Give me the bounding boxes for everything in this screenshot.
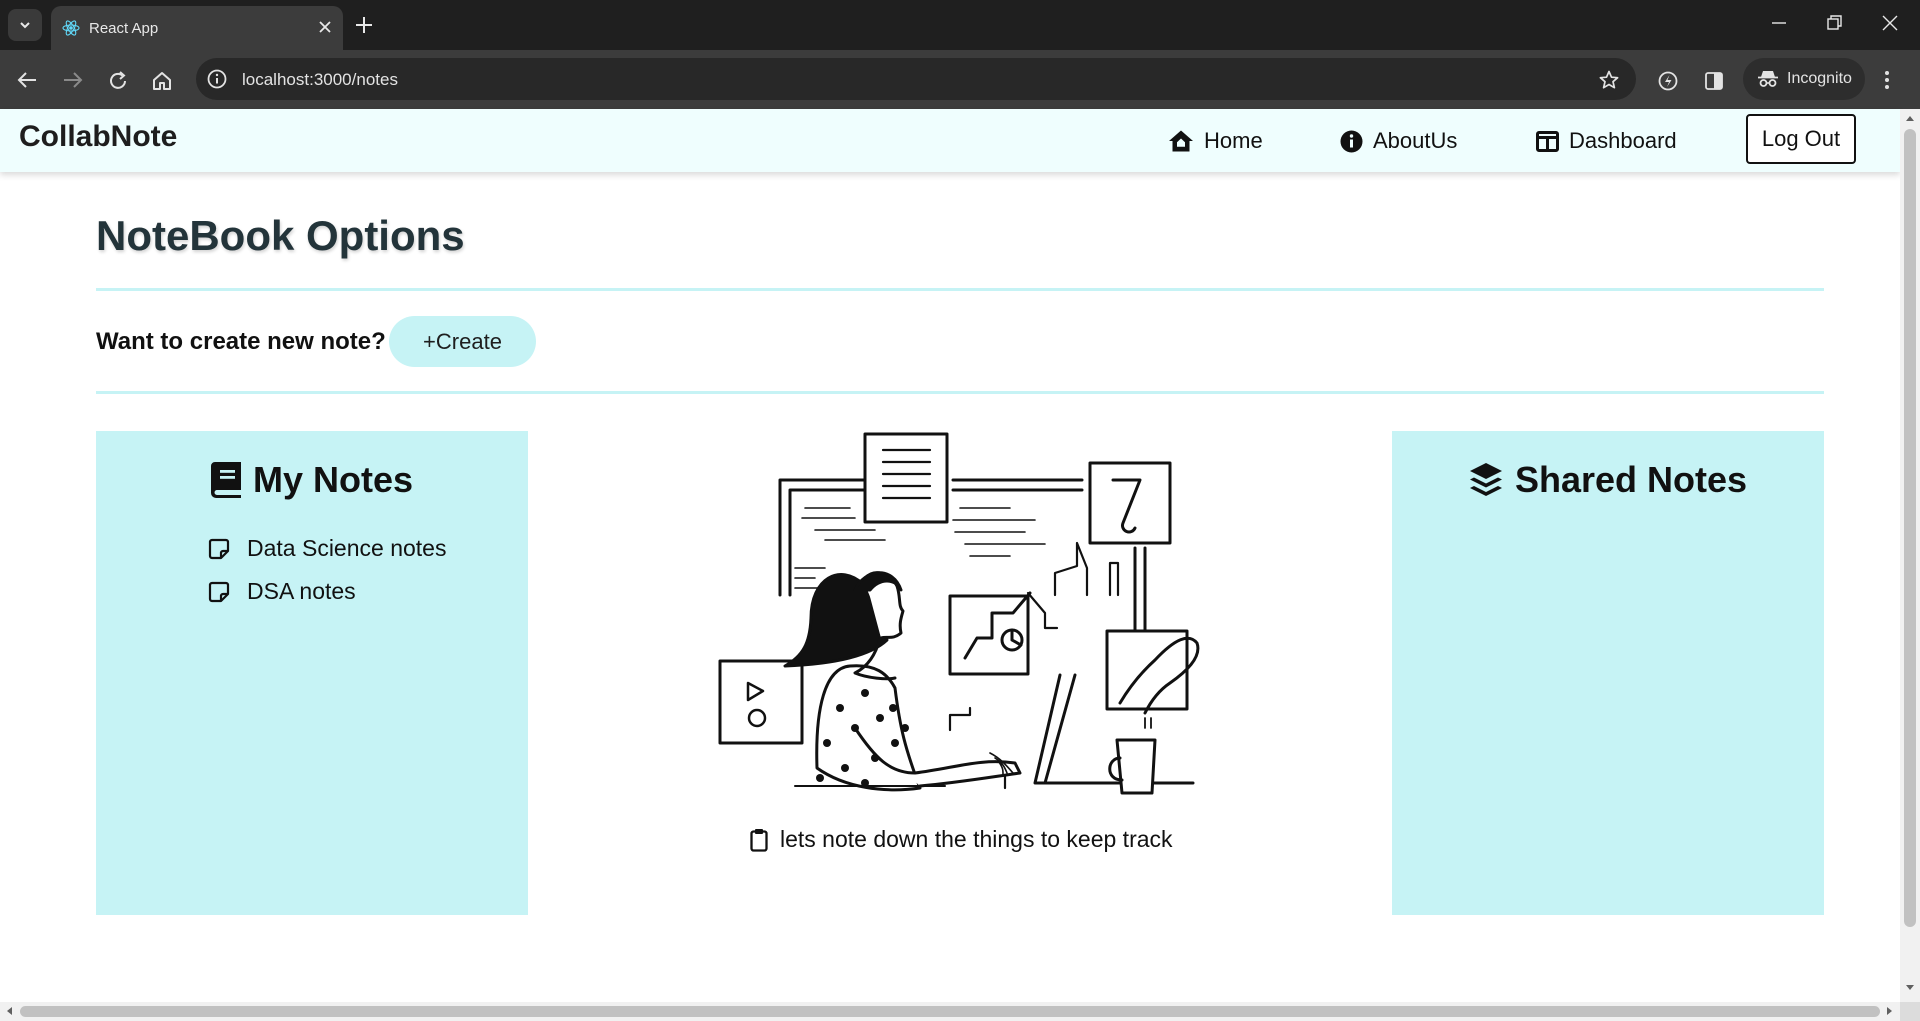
vertical-scrollbar[interactable] bbox=[1900, 109, 1920, 1002]
scroll-down-icon[interactable] bbox=[1905, 984, 1915, 992]
note-item-label: DSA notes bbox=[247, 578, 356, 604]
home-page-icon[interactable] bbox=[151, 70, 173, 92]
nav-home[interactable]: Home bbox=[1168, 128, 1263, 154]
shared-notes-panel: Shared Notes bbox=[1392, 431, 1824, 915]
side-panel-icon[interactable] bbox=[1703, 70, 1725, 92]
info-icon bbox=[1340, 130, 1363, 152]
clipboard-icon bbox=[750, 828, 768, 852]
nav-dashboard-label: Dashboard bbox=[1569, 128, 1677, 153]
shared-notes-title: Shared Notes bbox=[1514, 459, 1748, 500]
my-notes-panel: My Notes Data Science notes DSA notes bbox=[96, 431, 528, 915]
close-icon[interactable] bbox=[317, 19, 333, 35]
illustration-caption: lets note down the things to keep track bbox=[750, 826, 1173, 853]
url-text[interactable]: localhost:3000/notes bbox=[242, 70, 398, 90]
shared-notes-heading: Shared Notes bbox=[1392, 459, 1824, 501]
layers-icon bbox=[1469, 463, 1502, 496]
vertical-scroll-thumb[interactable] bbox=[1904, 129, 1916, 927]
browser-tab[interactable]: React App bbox=[51, 6, 343, 50]
divider bbox=[96, 391, 1824, 394]
react-icon bbox=[62, 20, 80, 36]
minimize-icon[interactable] bbox=[1770, 14, 1788, 32]
incognito-icon bbox=[1758, 71, 1778, 87]
incognito-badge[interactable]: Incognito bbox=[1743, 58, 1865, 100]
note-item[interactable]: Data Science notes bbox=[208, 527, 446, 570]
site-info-icon[interactable] bbox=[206, 68, 228, 90]
brand-logo[interactable]: CollabNote bbox=[19, 120, 177, 154]
tab-search-button[interactable] bbox=[8, 9, 42, 41]
create-note-button[interactable]: +Create bbox=[389, 316, 536, 367]
home-icon bbox=[1169, 130, 1193, 152]
woman-at-laptop-illustration bbox=[718, 432, 1200, 795]
note-item-label: Data Science notes bbox=[247, 535, 447, 561]
note-icon bbox=[208, 581, 230, 602]
browser-toolbar: localhost:3000/notes Incognito bbox=[0, 50, 1920, 109]
browser-tab-bar: React App bbox=[0, 0, 1920, 50]
caption-text: lets note down the things to keep track bbox=[780, 826, 1173, 852]
close-window-icon[interactable] bbox=[1881, 14, 1899, 32]
scroll-right-icon[interactable] bbox=[1886, 1006, 1894, 1016]
back-icon[interactable] bbox=[16, 70, 38, 90]
star-icon[interactable] bbox=[1598, 69, 1620, 91]
scroll-left-icon[interactable] bbox=[5, 1006, 13, 1016]
incognito-label: Incognito bbox=[1787, 70, 1852, 87]
nav-home-label: Home bbox=[1204, 128, 1263, 153]
divider bbox=[96, 288, 1824, 291]
note-item[interactable]: DSA notes bbox=[208, 570, 446, 613]
my-notes-list: Data Science notes DSA notes bbox=[208, 527, 446, 613]
plus-icon[interactable] bbox=[353, 14, 375, 36]
nav-aboutus-label: AboutUs bbox=[1373, 128, 1458, 153]
scroll-up-icon[interactable] bbox=[1905, 114, 1915, 122]
reload-icon[interactable] bbox=[107, 70, 129, 92]
nav-dashboard[interactable]: Dashboard bbox=[1536, 128, 1677, 154]
page-title: NoteBook Options bbox=[96, 212, 465, 259]
scrollbar-corner bbox=[1900, 1002, 1920, 1021]
restore-icon[interactable] bbox=[1825, 14, 1843, 32]
tab-title: React App bbox=[89, 20, 159, 37]
logout-button[interactable]: Log Out bbox=[1746, 114, 1856, 164]
my-notes-heading: My Notes bbox=[96, 459, 528, 501]
create-prompt: Want to create new note? bbox=[96, 328, 386, 355]
my-notes-title: My Notes bbox=[252, 459, 414, 500]
address-bar[interactable]: localhost:3000/notes bbox=[196, 58, 1636, 100]
app-navbar: CollabNote Home AboutUs Dashboard Log Ou… bbox=[0, 109, 1900, 172]
performance-icon[interactable] bbox=[1657, 70, 1679, 92]
nav-aboutus[interactable]: AboutUs bbox=[1340, 128, 1457, 154]
more-menu-icon[interactable] bbox=[1884, 70, 1890, 90]
forward-icon[interactable] bbox=[62, 70, 84, 90]
dashboard-icon bbox=[1536, 130, 1559, 152]
note-icon bbox=[208, 538, 230, 559]
book-icon bbox=[210, 462, 241, 498]
horizontal-scroll-thumb[interactable] bbox=[20, 1006, 1880, 1017]
horizontal-scrollbar[interactable] bbox=[0, 1002, 1900, 1021]
chevron-down-icon bbox=[20, 22, 30, 29]
